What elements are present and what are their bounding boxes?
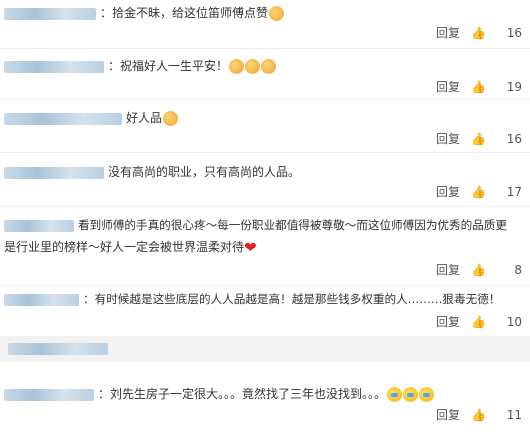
thumbs-up-emoji [269, 6, 285, 21]
thumbs-up-icon[interactable]: 👍 [471, 314, 486, 330]
thumbs-up-emoji [229, 59, 245, 74]
blurred-username[interactable] [4, 112, 122, 125]
crying-emoji [419, 387, 435, 402]
comment-5: 看到师傅的手真的很心疼～每一份职业都值得被尊敬～而这位师傅因为优秀的品质更 是行… [0, 207, 530, 284]
comment-text-line: 好人品 [4, 109, 526, 127]
comment-actions: 回复 👍 16 [402, 131, 522, 147]
comment-4: 没有高尚的职业，只有高尚的人品。 回复 👍 17 [0, 153, 530, 205]
thumbs-up-emoji [261, 59, 277, 74]
comment-text: ：祝福好人一生平安！ [108, 59, 229, 73]
comment-text-line: ：有时候越是这些底层的人人品越是高！越是那些钱多权重的人………狠毒无德！ [4, 290, 526, 308]
thumbs-up-icon[interactable]: 👍 [471, 407, 486, 423]
comment-text: 好人品 [126, 111, 163, 125]
blurred-username[interactable] [4, 7, 96, 20]
thumbs-up-icon[interactable]: 👍 [471, 131, 486, 147]
reply-button[interactable]: 回复 [436, 25, 460, 41]
reply-button[interactable]: 回复 [436, 314, 460, 330]
reply-button[interactable]: 回复 [436, 184, 460, 200]
comment-text-line: ：刘先生房子一定很大。。。竟然找了三年也没找到。。。 [4, 385, 526, 403]
comment-actions: 回复 👍 19 [402, 79, 522, 95]
comment-text-line: 看到师傅的手真的很心疼～每一份职业都值得被尊敬～而这位师傅因为优秀的品质更 [4, 216, 526, 234]
heart-emoji: ❤ [244, 238, 257, 257]
comment-text-line-2: 是行业里的榜样～好人一定会被世界温柔对待 [4, 240, 245, 254]
comment-text-line-1: 看到师傅的手真的很心疼～每一份职业都值得被尊敬～而这位师傅因为优秀的品质更 [78, 218, 507, 232]
comment-actions: 回复 👍 8 [402, 262, 522, 278]
reply-button[interactable]: 回复 [436, 131, 460, 147]
comment-actions: 回复 👍 11 [402, 407, 522, 423]
crying-emoji [403, 387, 419, 402]
folded-comment-bar[interactable] [0, 336, 530, 362]
comment-text: ：刘先生房子一定很大。。。竟然找了三年也没找到。。。 [98, 387, 387, 401]
comment-3: 好人品 回复 👍 16 [0, 100, 530, 151]
comment-2: ：祝福好人一生平安！ 回复 👍 19 [0, 49, 530, 97]
thumbs-up-icon[interactable]: 👍 [471, 79, 486, 95]
reply-button[interactable]: 回复 [436, 262, 460, 278]
comment-text-line: 没有高尚的职业，只有高尚的人品。 [4, 163, 526, 181]
reply-button[interactable]: 回复 [436, 407, 460, 423]
thumbs-up-emoji [245, 59, 261, 74]
comment-text: ：拾金不昧，给这位笛师傅点赞 [100, 6, 269, 20]
comment-1: ：拾金不昧，给这位笛师傅点赞 回复 👍 16 [0, 0, 530, 48]
thumbs-up-icon[interactable]: 👍 [471, 25, 486, 41]
thumbs-up-emoji [163, 111, 179, 126]
comment-text-line: ：祝福好人一生平安！ [4, 57, 526, 75]
like-count: 10 [506, 315, 522, 329]
blurred-username[interactable] [4, 166, 104, 179]
comment-text-line: 是行业里的榜样～好人一定会被世界温柔对待❤ [4, 238, 526, 257]
reply-button[interactable]: 回复 [436, 79, 460, 95]
blurred-username[interactable] [4, 388, 94, 401]
like-count: 19 [506, 80, 522, 94]
comment-actions: 回复 👍 10 [402, 314, 522, 330]
comment-actions: 回复 👍 16 [402, 25, 522, 41]
comment-text: ：有时候越是这些底层的人人品越是高！越是那些钱多权重的人………狠毒无德！ [83, 292, 501, 306]
like-count: 11 [506, 408, 522, 422]
blurred-username [8, 343, 108, 355]
comment-text: 没有高尚的职业，只有高尚的人品。 [108, 165, 301, 179]
like-count: 16 [506, 26, 522, 40]
comment-6: ：有时候越是这些底层的人人品越是高！越是那些钱多权重的人………狠毒无德！ 回复 … [0, 286, 530, 336]
comment-text-line: ：拾金不昧，给这位笛师傅点赞 [4, 4, 526, 22]
comment-7: ：刘先生房子一定很大。。。竟然找了三年也没找到。。。 回复 👍 11 [0, 374, 530, 439]
comment-actions: 回复 👍 17 [402, 184, 522, 200]
blurred-username[interactable] [4, 293, 79, 306]
blurred-username[interactable] [4, 60, 104, 73]
like-count: 17 [506, 185, 522, 199]
crying-emoji [387, 387, 403, 402]
blurred-username[interactable] [4, 219, 74, 232]
like-count: 8 [514, 263, 522, 277]
thumbs-up-icon[interactable]: 👍 [471, 262, 486, 278]
thumbs-up-icon[interactable]: 👍 [471, 184, 486, 200]
like-count: 16 [506, 132, 522, 146]
